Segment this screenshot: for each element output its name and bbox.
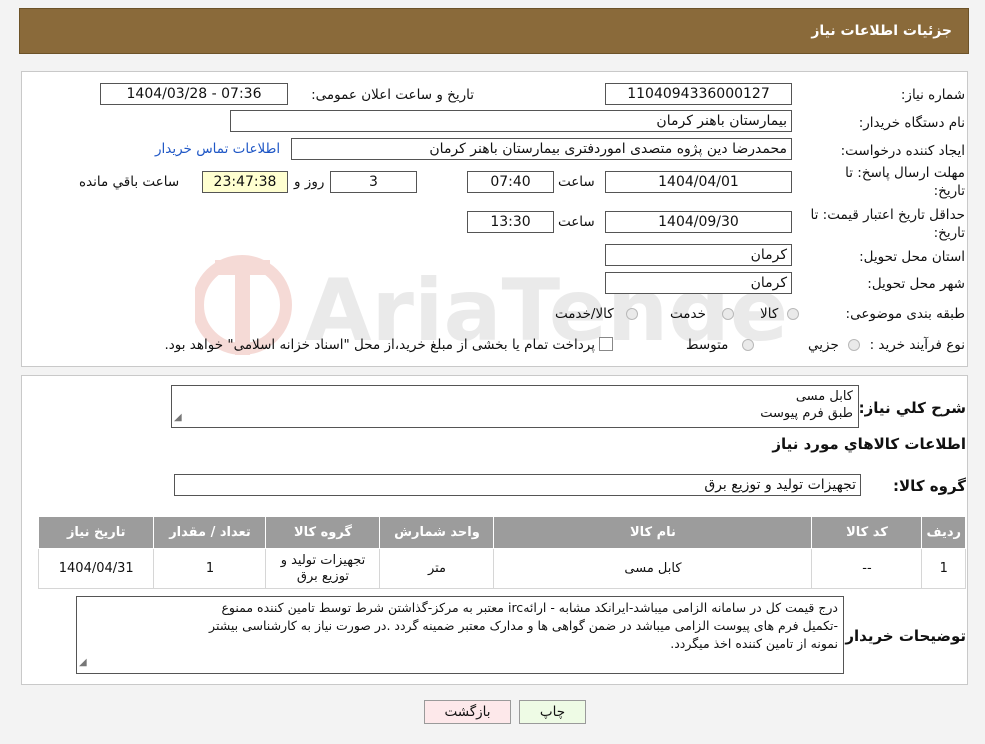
page-header: جزئیات اطلاعات نیاز <box>19 8 969 54</box>
buyer-notes-line-1: درج قیمت کل در سامانه الزامی میباشد-ایرا… <box>221 600 838 615</box>
price-validity-label: حداقل تاریخ اعتبار قیمت: تا <box>810 207 965 223</box>
print-button[interactable]: چاپ <box>519 700 586 724</box>
purchase-medium-radio[interactable] <box>742 339 754 351</box>
purchase-small-radio[interactable] <box>848 339 860 351</box>
category-goods-radio[interactable] <box>787 308 799 320</box>
col-code: کد کالا <box>811 516 923 549</box>
treasury-checkbox[interactable] <box>599 337 613 351</box>
reply-deadline-time-field: 07:40 <box>467 171 554 193</box>
goods-group-field: تجهیزات تولید و توزیع برق <box>174 474 861 496</box>
description-line-2: طبق فرم پیوست <box>760 406 853 421</box>
buyer-notes-line-2: -تکمیل فرم های پیوست الزامی میباشد در ضم… <box>209 618 838 633</box>
goods-table: رديف کد کالا نام کالا واحد شمارش گروه کا… <box>37 516 966 589</box>
purchase-type-label: نوع فرآیند خرید : <box>869 337 965 353</box>
province-label: استان محل تحویل: <box>859 249 965 265</box>
requester-field: محمدرضا دین پژوه متصدی اموردفتری بیمارست… <box>291 138 792 160</box>
announce-datetime-label: تاریخ و ساعت اعلان عمومی: <box>311 87 474 103</box>
resize-grip-icon[interactable]: ◢ <box>79 654 87 672</box>
cell-quantity: 1 <box>153 548 267 589</box>
col-unit: واحد شمارش <box>379 516 495 549</box>
col-need-date: تاريخ نياز <box>37 516 155 549</box>
province-field: کرمان <box>605 244 792 266</box>
city-label: شهر محل تحویل: <box>867 276 965 292</box>
buyer-notes-line-3: نمونه از تامین کننده اخذ میگردد. <box>670 636 838 651</box>
need-number-field: 1104094336000127 <box>605 83 792 105</box>
page-title: جزئیات اطلاعات نیاز <box>811 23 952 39</box>
reply-deadline-time-label: ساعت <box>558 174 595 190</box>
treasury-note: پرداخت تمام یا بخشی از مبلغ خرید،از محل … <box>164 337 595 353</box>
need-number-label: شماره نیاز: <box>900 87 965 103</box>
buyer-org-field: بیمارستان باهنر کرمان <box>230 110 792 132</box>
category-goods-label: کالا <box>760 306 779 322</box>
cell-code: -- <box>811 548 923 589</box>
cell-need-date: 1404/04/31 <box>37 548 155 589</box>
col-quantity: تعداد / مقدار <box>153 516 267 549</box>
price-validity-time-field: 13:30 <box>467 211 554 233</box>
cell-unit: متر <box>379 548 495 589</box>
buyer-contact-link[interactable]: اطلاعات تماس خریدار <box>155 141 280 157</box>
description-line-1: کابل مسی <box>795 389 853 404</box>
purchase-medium-label: متوسط <box>686 337 729 353</box>
reply-deadline-label: مهلت ارسال پاسخ: تا <box>845 165 965 181</box>
goods-table-header: رديف کد کالا نام کالا واحد شمارش گروه کا… <box>37 516 966 549</box>
col-row: رديف <box>921 516 966 549</box>
buyer-notes-textarea[interactable]: درج قیمت کل در سامانه الزامی میباشد-ایرا… <box>76 596 844 674</box>
requester-label: ایجاد کننده درخواست: <box>840 143 965 159</box>
table-row: 1 -- کابل مسی متر تجهیزات تولید و توزیع … <box>37 548 966 589</box>
announce-datetime-field: 1404/03/28 - 07:36 <box>100 83 288 105</box>
category-goods-service-radio[interactable] <box>626 308 638 320</box>
reply-deadline-date-field: 1404/04/01 <box>605 171 792 193</box>
buyer-org-label: نام دستگاه خریدار: <box>858 115 965 131</box>
category-goods-service-label: کالا/خدمت <box>555 306 614 322</box>
col-name: نام کالا <box>493 516 813 549</box>
remaining-time-field: 23:47:38 <box>202 171 288 193</box>
back-button[interactable]: بازگشت <box>424 700 511 724</box>
price-validity-time-label: ساعت <box>558 214 595 230</box>
cell-row: 1 <box>921 548 966 589</box>
col-group: گروه کالا <box>265 516 381 549</box>
goods-info-title: اطلاعات کالاهاي مورد نياز <box>772 435 966 453</box>
description-label: شرح کلي نياز: <box>858 399 966 417</box>
buyer-notes-label: توضیحات خریدار: <box>839 627 966 645</box>
description-textarea[interactable]: کابل مسی طبق فرم پیوست ◢ <box>171 385 859 428</box>
reply-deadline-label-2: تاریخ: <box>933 183 965 199</box>
price-validity-label-2: تاریخ: <box>933 225 965 241</box>
purchase-small-label: جزیي <box>808 337 839 353</box>
remaining-time-label: ساعت باقي مانده <box>79 174 180 190</box>
category-service-label: خدمت <box>670 306 706 322</box>
cell-name: کابل مسی <box>493 548 813 589</box>
cell-group: تجهیزات تولید و توزیع برق <box>265 548 381 589</box>
resize-grip-icon[interactable]: ◢ <box>174 409 182 426</box>
city-field: کرمان <box>605 272 792 294</box>
goods-group-label: گروه کالا: <box>893 477 966 495</box>
price-validity-date-field: 1404/09/30 <box>605 211 792 233</box>
remaining-days-field: 3 <box>330 171 417 193</box>
category-service-radio[interactable] <box>722 308 734 320</box>
category-label: طبقه بندی موضوعی: <box>845 306 965 322</box>
days-label: روز و <box>294 174 325 190</box>
